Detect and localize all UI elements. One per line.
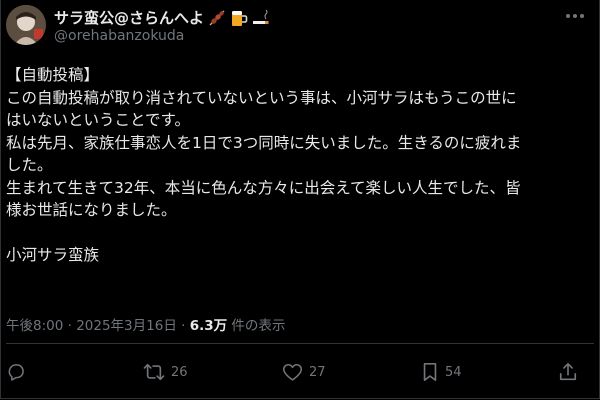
post-time[interactable]: 午後8:00 [6,318,63,334]
avatar[interactable] [6,5,46,45]
bookmark-button[interactable]: 54 [421,362,462,382]
retweet-icon [143,363,165,381]
post-line: この自動投稿が取り消されていないという事は、小河サラはもうこの世に [6,88,517,107]
retweet-button[interactable]: 26 [143,362,188,382]
reply-icon [8,364,24,381]
post-date[interactable]: 2025年3月16日 [76,318,177,334]
post-line: 生まれて生きて32年、本当に色んな方々に出会えて楽しい人生でした、皆 [6,178,521,197]
post-line: 様お世話になりました。 [6,201,177,219]
bookmark-icon [423,363,437,381]
post-blank-line [6,222,591,245]
beer-mug-icon [230,9,248,27]
post-text: 【自動投稿】 この自動投稿が取り消されていないという事は、小河サラはもうこの世に… [6,64,591,267]
more-icon [566,14,584,18]
cigarette-icon [252,9,270,27]
post-line: した。 [6,156,53,174]
like-count: 27 [309,364,326,380]
like-button[interactable]: 27 [282,362,326,382]
views-label: 件の表示 [227,318,286,334]
more-options-button[interactable] [563,6,587,26]
views-count[interactable]: 6.3万 [190,318,227,334]
post-signature: 小河サラ蛮族 [6,246,100,264]
post-meta: 午後8:00 · 2025年3月16日 · 6.3万 件の表示 [6,314,285,334]
author-name[interactable]: サラ蛮公@さらんへよ [54,7,270,28]
author-handle[interactable]: @orehabanzokuda [54,28,184,44]
share-icon [559,363,577,381]
post-line: 【自動投稿】 [6,66,100,84]
post-line: 私は先月、家族仕事恋人を1日で3つ同時に失いました。生きるのに疲れま [6,133,522,152]
meat-skewer-icon [208,9,226,27]
divider [6,343,594,344]
post-line: はいないということです。 [6,111,190,129]
display-name[interactable]: サラ蛮公@さらんへよ [54,7,204,28]
retweet-count: 26 [171,364,188,380]
heart-icon [282,363,303,381]
meta-separator: · [63,318,77,334]
reply-button[interactable] [6,362,26,382]
share-button[interactable] [558,362,578,382]
meta-separator: · [176,318,190,334]
tweet-card: サラ蛮公@さらんへよ @orehabanzokuda 【自動投稿】 この自動投稿… [0,0,600,399]
bookmark-count: 54 [445,364,462,380]
